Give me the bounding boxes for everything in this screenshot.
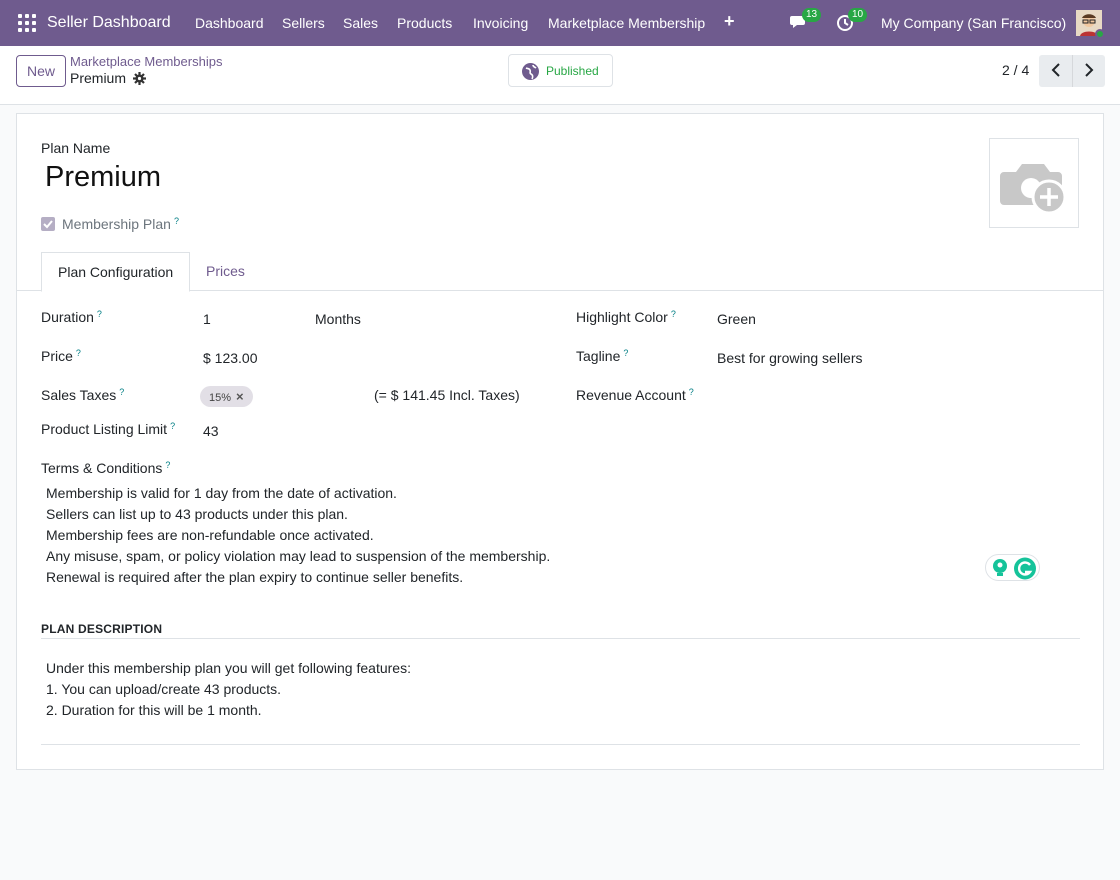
- pager-value[interactable]: 2 / 4: [1002, 62, 1029, 78]
- remove-tag-icon[interactable]: ×: [236, 389, 244, 404]
- menu-marketplace-membership[interactable]: Marketplace Membership: [548, 15, 705, 31]
- globe-icon: [522, 63, 539, 80]
- plan-name-label: Plan Name: [41, 140, 111, 156]
- pager-next-button[interactable]: [1072, 55, 1105, 87]
- duration-unit-select[interactable]: Months: [315, 311, 361, 327]
- form-sheet: Plan Name Premium Membership Plan? Plan …: [16, 113, 1104, 770]
- chat-count-badge: 13: [802, 8, 822, 22]
- menu-dashboard[interactable]: Dashboard: [195, 15, 264, 31]
- top-navbar: Seller Dashboard Dashboard Sellers Sales…: [0, 0, 1120, 46]
- new-button[interactable]: New: [16, 55, 66, 87]
- membership-plan-label: Membership Plan?: [62, 216, 179, 232]
- terms-line: Membership fees are non-refundable once …: [46, 527, 374, 543]
- control-panel: New Marketplace Memberships Premium Publ…: [0, 46, 1120, 105]
- activity-clock-icon[interactable]: 10: [836, 8, 868, 32]
- app-brand[interactable]: Seller Dashboard: [47, 14, 171, 32]
- published-label: Published: [546, 64, 599, 78]
- pager-previous-button[interactable]: [1039, 55, 1072, 87]
- terms-label: Terms & Conditions?: [41, 460, 171, 476]
- tooltip-mark[interactable]: ?: [623, 348, 628, 358]
- plan-description-editor[interactable]: Under this membership plan you will get …: [46, 658, 411, 721]
- tax-tag: 15% ×: [200, 386, 253, 407]
- terms-line: Sellers can list up to 43 products under…: [46, 506, 348, 522]
- terms-line: Any misuse, spam, or policy violation ma…: [46, 548, 551, 564]
- company-switcher[interactable]: My Company (San Francisco): [881, 15, 1066, 31]
- chevron-left-icon: [1051, 62, 1060, 77]
- revenue-account-input[interactable]: [717, 387, 1057, 407]
- duration-input[interactable]: 1: [203, 311, 211, 327]
- menu-sales[interactable]: Sales: [343, 15, 378, 31]
- duration-label: Duration?: [41, 309, 102, 325]
- plan-image-upload[interactable]: [989, 138, 1079, 228]
- menu-sellers[interactable]: Sellers: [282, 15, 325, 31]
- tax-included-amount: (= $ 141.45 Incl. Taxes): [374, 387, 520, 403]
- tooltip-mark[interactable]: ?: [97, 309, 102, 319]
- breadcrumb-memberships[interactable]: Marketplace Memberships: [70, 54, 222, 69]
- apps-grid-icon[interactable]: [18, 14, 36, 32]
- gear-icon[interactable]: [133, 72, 146, 85]
- bottom-divider: [41, 744, 1080, 745]
- activity-count-badge: 10: [848, 8, 868, 22]
- section-divider: [41, 638, 1080, 639]
- plus-icon[interactable]: +: [724, 11, 735, 32]
- tab-plan-configuration[interactable]: Plan Configuration: [41, 252, 190, 292]
- terms-line: Renewal is required after the plan expir…: [46, 569, 464, 585]
- form-tabs: Plan Configuration Prices: [17, 252, 1103, 292]
- tab-prices[interactable]: Prices: [190, 252, 261, 291]
- membership-plan-checkbox[interactable]: [41, 217, 55, 231]
- tax-tag-label: 15%: [209, 392, 232, 404]
- user-avatar[interactable]: [1076, 10, 1105, 39]
- bulb-icon: [993, 559, 1007, 576]
- plan-description-title: PLAN DESCRIPTION: [41, 622, 163, 636]
- breadcrumb-current-record: Premium: [70, 70, 127, 86]
- tooltip-mark[interactable]: ?: [119, 387, 124, 397]
- chat-icon[interactable]: 13: [790, 8, 822, 30]
- price-label: Price?: [41, 348, 81, 364]
- menu-products[interactable]: Products: [397, 15, 452, 31]
- grammarly-widget[interactable]: [985, 554, 1040, 581]
- chevron-right-icon: [1085, 62, 1094, 77]
- tooltip-mark[interactable]: ?: [689, 387, 694, 397]
- product-listing-limit-input[interactable]: 43: [203, 423, 219, 439]
- tooltip-mark[interactable]: ?: [174, 216, 179, 226]
- product-listing-limit-label: Product Listing Limit?: [41, 421, 176, 437]
- menu-invoicing[interactable]: Invoicing: [473, 15, 528, 31]
- camera-plus-icon: [1000, 164, 1067, 215]
- price-input[interactable]: $ 123.00: [203, 350, 258, 366]
- online-status-dot: [1095, 29, 1105, 39]
- description-line: Under this membership plan you will get …: [46, 660, 411, 676]
- plan-name-input[interactable]: Premium: [45, 161, 161, 194]
- tooltip-mark[interactable]: ?: [165, 460, 170, 470]
- tooltip-mark[interactable]: ?: [671, 309, 676, 319]
- tooltip-mark[interactable]: ?: [170, 421, 175, 431]
- terms-line: Membership is valid for 1 day from the d…: [46, 485, 397, 501]
- highlight-color-label: Highlight Color?: [576, 309, 676, 325]
- tagline-input[interactable]: Best for growing sellers: [717, 350, 863, 366]
- grammarly-g-icon: [1014, 557, 1036, 580]
- tooltip-mark[interactable]: ?: [76, 348, 81, 358]
- description-line: 2. Duration for this will be 1 month.: [46, 702, 262, 718]
- revenue-account-label: Revenue Account?: [576, 387, 694, 403]
- highlight-color-select[interactable]: Green: [717, 311, 756, 327]
- sales-taxes-label: Sales Taxes?: [41, 387, 125, 403]
- published-status-button[interactable]: Published: [508, 54, 613, 87]
- description-line: 1. You can upload/create 43 products.: [46, 681, 282, 697]
- terms-editor[interactable]: Membership is valid for 1 day from the d…: [46, 483, 550, 588]
- tagline-label: Tagline?: [576, 348, 629, 364]
